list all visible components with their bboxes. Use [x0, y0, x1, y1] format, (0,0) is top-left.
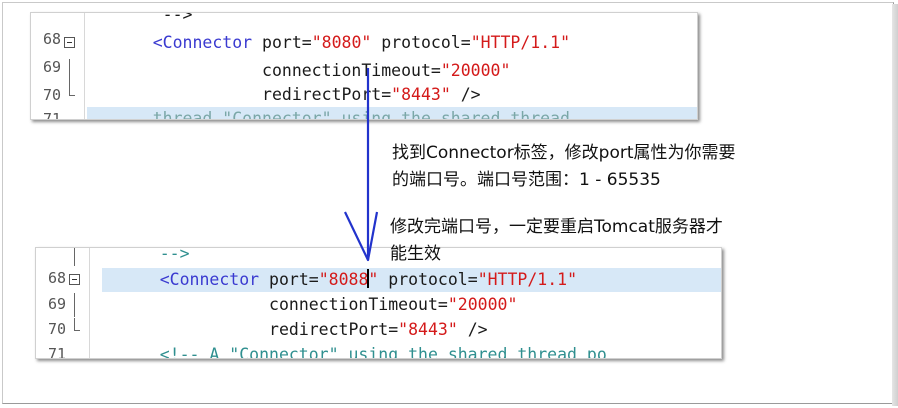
note-line: 找到Connector标签，修改port属性为你需要: [392, 143, 736, 163]
note-find-connector: 找到Connector标签，修改port属性为你需要 的端口号。端口号范围：1 …: [392, 140, 736, 194]
note-restart-tomcat: 修改完端口号，一定要重启Tomcat服务器才 能生效: [390, 214, 723, 268]
arrow-head: [344, 211, 379, 262]
note-line: 能生效: [390, 244, 441, 264]
note-line: 的端口号。端口号范围：1 - 65535: [392, 170, 661, 190]
down-arrow-icon: [344, 68, 379, 262]
note-line: 修改完端口号，一定要重启Tomcat服务器才: [390, 217, 723, 237]
